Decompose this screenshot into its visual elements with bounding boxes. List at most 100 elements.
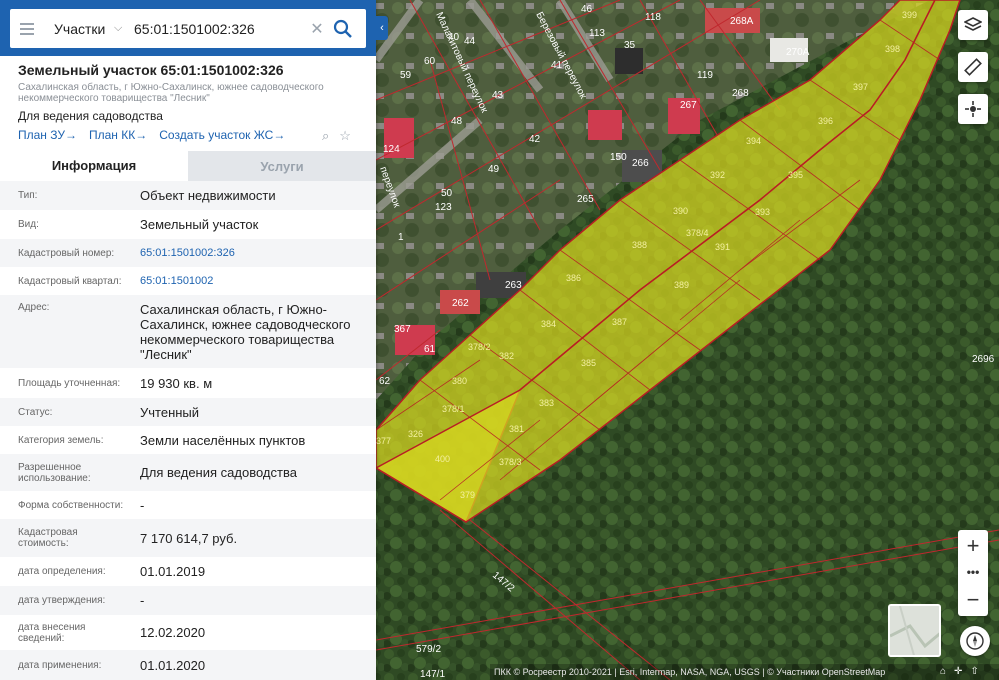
building-label: 43: [492, 90, 504, 101]
cadastral-number-link[interactable]: 65:01:1501002:326: [130, 239, 370, 267]
search-icon[interactable]: [332, 18, 354, 40]
building-label: 265: [577, 194, 594, 205]
building-label: 48: [451, 116, 463, 127]
share-icon[interactable]: ⇧: [970, 664, 978, 680]
building-label: 266: [632, 158, 649, 169]
building-label: 268А: [730, 16, 754, 27]
info-row: Форма собственности: -: [0, 491, 376, 519]
info-row: Кадастровая стоимость: 7 170 614,7 руб.: [0, 519, 376, 557]
plot-label: 326: [408, 429, 423, 439]
info-label: Форма собственности:: [18, 499, 124, 511]
info-label: Разрешенное использование:: [18, 461, 91, 484]
cadastral-quarter-link[interactable]: 65:01:1501002: [130, 267, 370, 295]
info-row: Площадь уточненная: 19 930 кв. м: [0, 368, 376, 398]
search-box[interactable]: Участки ⌵ ✕: [10, 9, 366, 48]
plot-label: 393: [755, 207, 770, 217]
building-label: 44: [464, 36, 476, 47]
info-value: Земельный участок: [140, 217, 259, 232]
building-label: 62: [379, 376, 391, 387]
plot-label: 383: [539, 398, 554, 408]
info-label: Кадастровый квартал:: [18, 275, 122, 287]
ruler-icon: [964, 58, 982, 76]
plot-label: 390: [673, 206, 688, 216]
info-value: 19 930 кв. м: [140, 375, 213, 391]
plot-label: 385: [581, 358, 596, 368]
attribution-icons: ⌂ ✛ ⇧: [940, 664, 979, 680]
plan-zu-link[interactable]: План ЗУ→: [18, 128, 77, 142]
building-label: 60: [424, 56, 436, 67]
zoom-to-icon[interactable]: ⌕: [322, 128, 329, 144]
plot-label: 398: [885, 44, 900, 54]
home-icon[interactable]: ⌂: [940, 664, 946, 680]
info-row: Разрешенное использование: Для ведения с…: [0, 454, 376, 491]
info-value: -: [140, 593, 145, 608]
building-label: 150: [610, 152, 627, 163]
building-label: 42: [529, 134, 541, 145]
building-label: 268: [732, 88, 749, 99]
search-input[interactable]: [134, 20, 304, 37]
plot-label: 400: [435, 454, 450, 464]
building-label: 49: [488, 164, 500, 175]
plan-kk-link[interactable]: План КК→: [89, 128, 147, 142]
info-value: Земли населённых пунктов: [140, 432, 306, 448]
plot-label: 396: [818, 116, 833, 126]
info-row: дата внесения сведений: 12.02.2020: [0, 615, 376, 650]
info-value: 01.01.2019: [140, 564, 206, 579]
info-label: дата определения:: [18, 566, 106, 577]
star-icon[interactable]: ☆: [339, 128, 351, 144]
compass-icon: [966, 632, 984, 650]
parcel-subtitle: Сахалинская область, г Южно-Сахалинск, ю…: [18, 82, 324, 104]
plot-label: 384: [541, 319, 556, 329]
info-row: Статус: Учтенный: [0, 398, 376, 426]
create-parcel-link[interactable]: Создать участок ЖС→: [159, 128, 285, 142]
layers-button[interactable]: [958, 10, 988, 40]
info-value: Учтенный: [140, 404, 200, 420]
search-type-select[interactable]: Участки: [54, 21, 106, 37]
locate-button[interactable]: [958, 94, 988, 124]
building-label: 124: [383, 144, 400, 155]
building-label: 262: [452, 298, 469, 309]
zoom-controls: + ••• −: [958, 530, 988, 616]
building-label: 113: [589, 28, 605, 39]
map-attribution: ПКК © Росреестр 2010-2021 | Esri, Interm…: [490, 664, 999, 680]
basemap-switcher[interactable]: [888, 604, 941, 657]
chevron-down-icon[interactable]: ⌵: [114, 22, 130, 35]
more-icon[interactable]: •••: [958, 562, 988, 582]
plot-label: 389: [674, 280, 689, 290]
plot-label: 381: [509, 424, 524, 434]
building-label: 46: [581, 4, 593, 15]
plot-label: 386: [566, 273, 581, 283]
building-label: 147/1: [420, 669, 445, 680]
plot-label: 387: [612, 317, 627, 327]
plot-label: 388: [632, 240, 647, 250]
plot-label: 379: [460, 490, 475, 500]
tab-services[interactable]: Услуги: [188, 151, 376, 181]
building-label: 50: [441, 188, 453, 199]
info-label: дата внесения сведений:: [18, 621, 86, 644]
ruler-button[interactable]: [958, 52, 988, 82]
zoom-in-button[interactable]: +: [958, 532, 988, 560]
tab-info[interactable]: Информация: [0, 151, 188, 181]
target-icon[interactable]: ✛: [954, 664, 962, 680]
menu-icon[interactable]: [10, 9, 44, 48]
plot-label: 391: [715, 242, 730, 252]
plot-label: 378/3: [499, 457, 522, 467]
search-bar: Участки ⌵ ✕: [0, 0, 376, 56]
clear-icon[interactable]: ✕: [308, 19, 326, 39]
info-table: Тип: Объект недвижимости Вид: Земельный …: [0, 181, 376, 680]
collapse-panel-button[interactable]: ‹: [376, 16, 388, 40]
info-value: 12.02.2020: [140, 625, 206, 640]
info-row: дата определения: 01.01.2019: [0, 557, 376, 586]
info-row: Адрес: Сахалинская область, г Южно-Сахал…: [0, 295, 376, 368]
parcel-use: Для ведения садоводства: [18, 109, 163, 123]
info-label: Статус:: [18, 406, 53, 418]
building-label: 2696: [972, 354, 995, 365]
plot-label: 394: [746, 136, 761, 146]
info-row: Категория земель: Земли населённых пункт…: [0, 426, 376, 454]
plot-label: 399: [902, 10, 917, 20]
building-label: 61: [424, 344, 436, 355]
info-label: Вид:: [18, 219, 39, 230]
compass-button[interactable]: [960, 626, 990, 656]
info-label: дата применения:: [18, 659, 102, 671]
zoom-out-button[interactable]: −: [958, 586, 988, 614]
